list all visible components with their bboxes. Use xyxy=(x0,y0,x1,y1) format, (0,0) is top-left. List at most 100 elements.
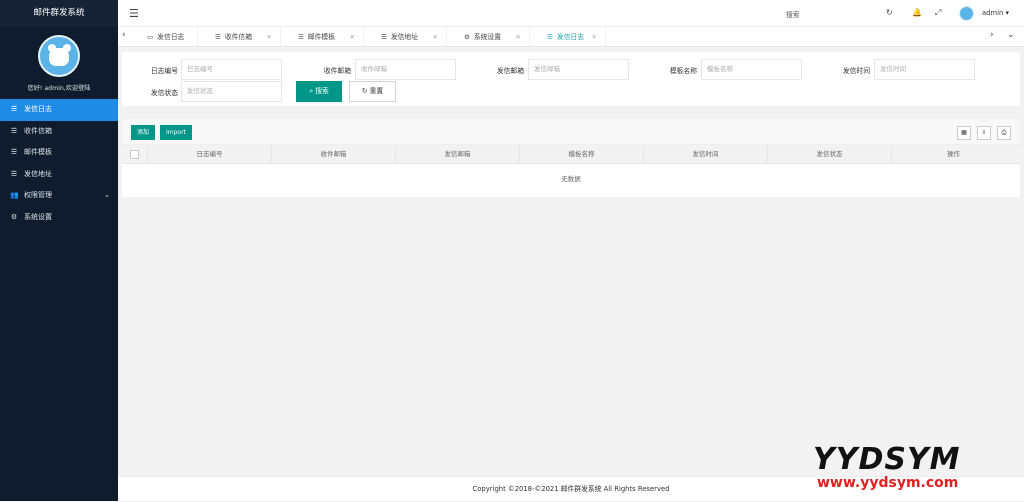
send-email-input[interactable]: 发信邮箱 xyxy=(528,59,629,80)
chevron-down-icon: ⌄ xyxy=(104,191,110,199)
column-header[interactable]: 模板名称 xyxy=(519,145,643,164)
close-icon[interactable]: ✕ xyxy=(592,27,597,47)
list-icon: ☰ xyxy=(10,148,18,156)
list-icon: ☰ xyxy=(381,33,387,41)
columns-icon[interactable]: ▦ xyxy=(957,126,971,140)
list-icon: ☰ xyxy=(10,169,18,178)
print-icon[interactable]: ⎙ xyxy=(997,126,1011,140)
close-icon[interactable]: ✕ xyxy=(433,27,438,47)
menu-toggle-icon[interactable]: ☰ xyxy=(129,7,139,20)
gear-icon: ⚙ xyxy=(464,33,470,41)
search-button[interactable]: ⌕ 搜索 xyxy=(296,81,342,102)
welcome-text: 您好! admin,欢迎登陆 xyxy=(27,85,91,92)
recv-email-input[interactable]: 收件邮箱 xyxy=(355,59,456,80)
users-icon: 👥 xyxy=(10,191,19,199)
list-icon: ☰ xyxy=(10,105,18,113)
sidebar-item-label: 邮件模板 xyxy=(24,148,52,156)
notification-icon[interactable]: 🔔 xyxy=(912,8,922,17)
column-header[interactable]: 日志编号 xyxy=(147,145,271,164)
tab-label: 发信日志 xyxy=(157,33,185,41)
reset-button-label: 重置 xyxy=(369,87,384,95)
user-box: 您好! admin,欢迎登陆 xyxy=(0,27,118,99)
send-status-input[interactable]: 发信状态 xyxy=(181,81,282,102)
column-header[interactable]: 收件邮箱 xyxy=(271,145,395,164)
select-all-checkbox[interactable] xyxy=(130,150,139,159)
search-button-label: 搜索 xyxy=(315,87,329,95)
top-search-link[interactable]: 搜索 xyxy=(786,9,800,19)
sidebar-item-templates[interactable]: ☰ 邮件模板 xyxy=(0,142,118,164)
tab-settings[interactable]: ⚙ 系统设置 ✕ xyxy=(453,27,530,47)
user-name: admin xyxy=(982,9,1004,17)
column-header[interactable]: 发信邮箱 xyxy=(395,145,519,164)
reset-button[interactable]: ↻ 重置 xyxy=(349,81,396,102)
tab-label: 邮件模板 xyxy=(307,33,336,41)
import-button[interactable]: Import xyxy=(160,125,192,140)
sidebar-item-send-log[interactable]: ☰ 发信日志 xyxy=(0,99,118,121)
sidebar-item-label: 发信日志 xyxy=(24,105,52,113)
tab-bar: ‹ ▭ 发信日志 ☰ 收件信箱 ✕ ☰ 邮件模板 ✕ ☰ 发信地址 ✕ ⚙ 系统设置 ✕ ☰ 发信日… xyxy=(118,27,1024,47)
label-send-status: 发信状态 xyxy=(150,89,178,97)
table-toolbar: 添加 Import ▦ ⇩ ⎙ xyxy=(122,119,1020,145)
sidebar-item-send-address[interactable]: ☰ 发信地址 xyxy=(0,164,118,186)
user-menu[interactable]: admin ▾ xyxy=(982,9,1009,17)
watermark-url: www.yydsym.com xyxy=(817,475,959,491)
refresh-icon: ↻ xyxy=(361,87,368,95)
search-icon: ⌕ xyxy=(309,87,314,95)
refresh-icon[interactable]: ↻ xyxy=(886,8,893,17)
gear-icon: ⚙ xyxy=(10,212,18,221)
watermark: YYDSYM www.yydsym.com xyxy=(813,442,1013,498)
label-log-id: 日志编号 xyxy=(150,67,178,75)
tab-inbox[interactable]: ☰ 收件信箱 ✕ xyxy=(204,27,281,47)
watermark-brand: YYDSYM xyxy=(813,442,961,477)
sidebar-item-settings[interactable]: ⚙ 系统设置 xyxy=(0,207,118,229)
add-button[interactable]: 添加 xyxy=(131,125,156,140)
avatar[interactable] xyxy=(38,35,80,77)
app-logo-title[interactable]: 邮件群发系统 xyxy=(0,0,118,27)
fullscreen-icon[interactable]: ⤢ xyxy=(935,8,941,18)
close-icon[interactable]: ✕ xyxy=(516,27,521,47)
list-icon: ☰ xyxy=(10,126,18,135)
sidebar: 邮件群发系统 您好! admin,欢迎登陆 ☰ 发信日志 ☰ 收件信箱 ☰ 邮件模板 … xyxy=(0,0,118,501)
filter-form: 日志编号 日志编号 收件邮箱 收件邮箱 发信邮箱 发信邮箱 模板名称 模板名称 … xyxy=(122,52,1020,106)
data-table: 添加 Import ▦ ⇩ ⎙ 日志编号 收件邮箱 发信邮箱 模板名称 发信时间… xyxy=(122,119,1020,197)
avatar[interactable] xyxy=(959,6,974,21)
chevron-right-icon[interactable]: › xyxy=(990,30,994,40)
tab-label: 发信日志 xyxy=(556,33,585,41)
label-send-time: 发信时间 xyxy=(842,67,870,75)
monitor-icon: ▭ xyxy=(147,33,154,41)
tab-send-address[interactable]: ☰ 发信地址 ✕ xyxy=(370,27,447,47)
column-header[interactable]: 发信状态 xyxy=(767,145,891,164)
sidebar-item-inbox[interactable]: ☰ 收件信箱 xyxy=(0,121,118,143)
chevron-down-icon[interactable]: ⌄ xyxy=(1007,30,1015,40)
sidebar-item-label: 系统设置 xyxy=(24,212,52,221)
send-time-input[interactable]: 发信时间 xyxy=(874,59,975,80)
sidebar-item-label: 收件信箱 xyxy=(24,126,52,135)
label-recv-email: 收件邮箱 xyxy=(323,67,351,75)
list-icon: ☰ xyxy=(215,33,221,41)
topbar: ☰ 搜索 ↻ 🔔 ⤢ admin ▾ xyxy=(118,0,1024,27)
content-panel: 日志编号 日志编号 收件邮箱 收件邮箱 发信邮箱 发信邮箱 模板名称 模板名称 … xyxy=(122,52,1020,197)
column-header: 操作 xyxy=(891,145,1015,164)
tab-send-log[interactable]: ☰ 发信日志 ✕ xyxy=(536,27,606,47)
label-send-email: 发信邮箱 xyxy=(496,67,524,75)
tab-label: 收件信箱 xyxy=(224,33,253,41)
export-icon[interactable]: ⇩ xyxy=(977,126,991,140)
tab-templates[interactable]: ☰ 邮件模板 ✕ xyxy=(287,27,364,47)
close-icon[interactable]: ✕ xyxy=(350,27,355,47)
log-id-input[interactable]: 日志编号 xyxy=(181,59,282,80)
sidebar-item-permissions[interactable]: 👥 权限管理 ⌄ xyxy=(0,185,118,207)
tab-label: 发信地址 xyxy=(390,33,419,41)
close-icon[interactable]: ✕ xyxy=(267,27,272,47)
chevron-left-icon[interactable]: ‹ xyxy=(122,30,126,40)
template-name-input[interactable]: 模板名称 xyxy=(701,59,802,80)
tab-label: 系统设置 xyxy=(473,33,502,41)
column-header[interactable]: 发信时间 xyxy=(643,145,767,164)
list-icon: ☰ xyxy=(547,33,553,41)
sidebar-item-label: 权限管理 xyxy=(24,191,52,199)
empty-state: 无数据 xyxy=(561,175,581,183)
table-header: 日志编号 收件邮箱 发信邮箱 模板名称 发信时间 发信状态 操作 xyxy=(122,145,1020,164)
main-area: ☰ 搜索 ↻ 🔔 ⤢ admin ▾ ‹ ▭ 发信日志 ☰ 收件信箱 ✕ ☰ 邮件模板 ✕… xyxy=(118,0,1024,501)
tab-send-log-home[interactable]: ▭ 发信日志 xyxy=(136,27,198,47)
list-icon: ☰ xyxy=(298,33,304,41)
label-template-name: 模板名称 xyxy=(669,67,697,75)
